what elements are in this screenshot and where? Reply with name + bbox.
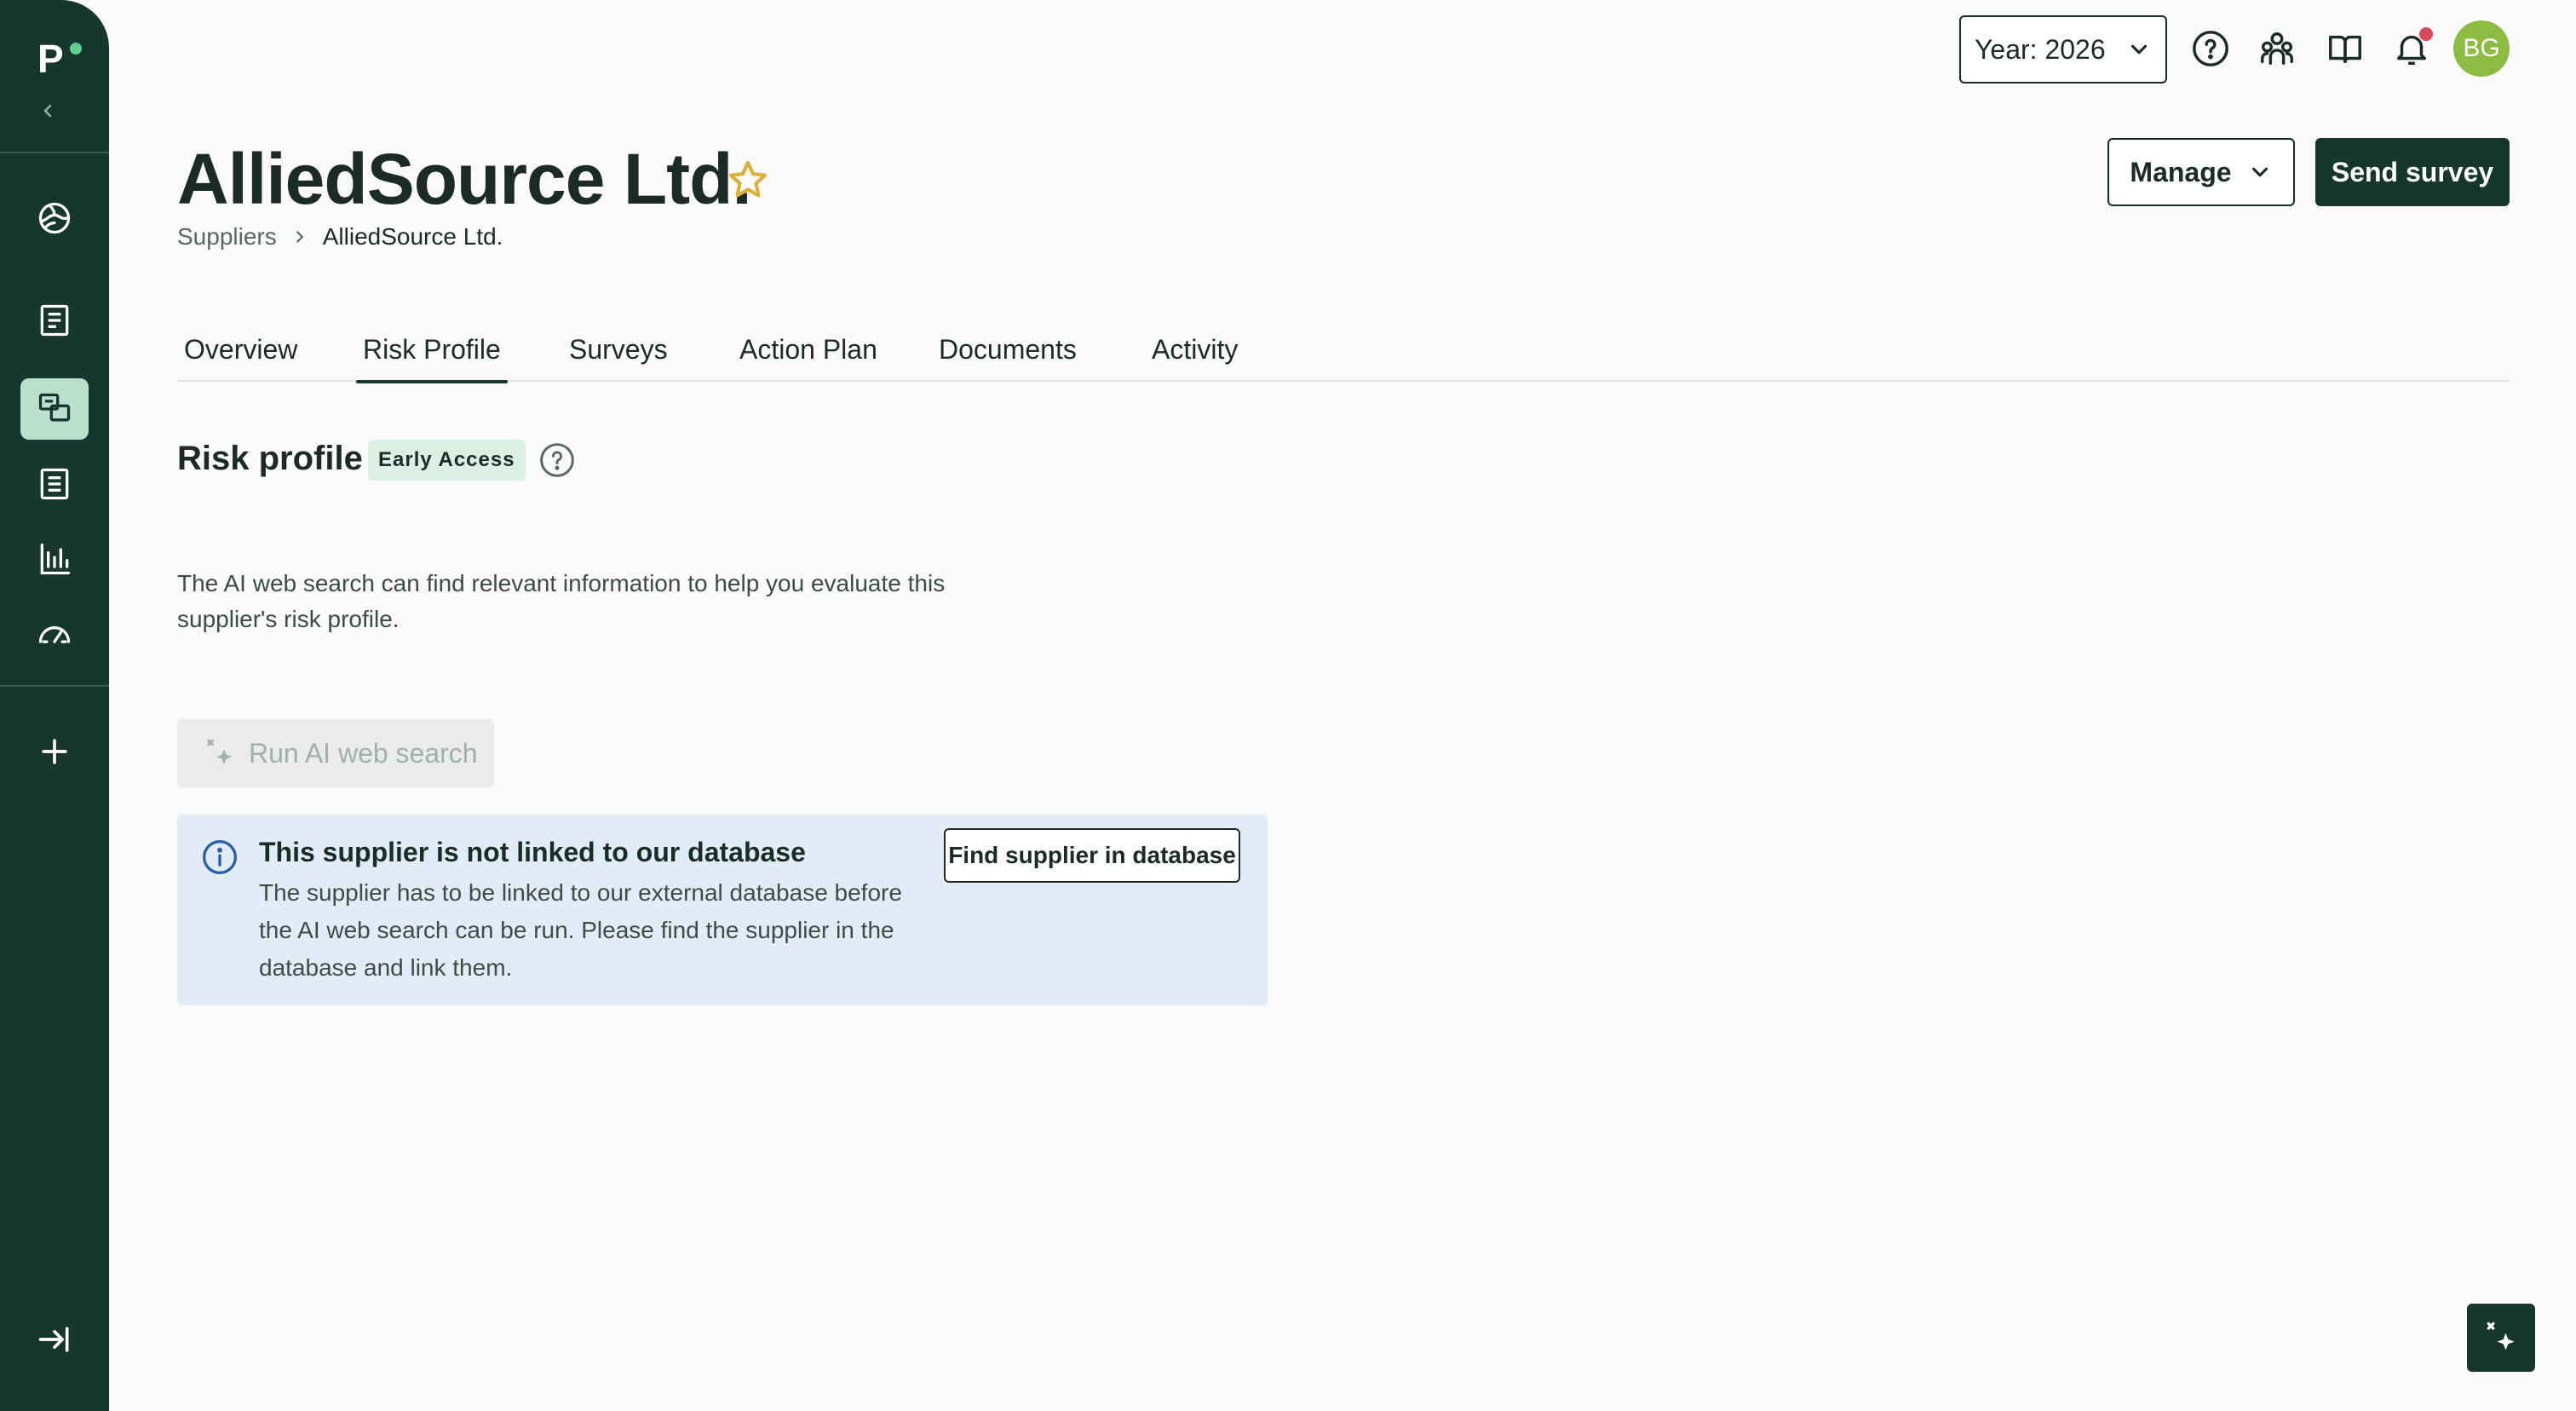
alert-title: This supplier is not linked to our datab… bbox=[259, 837, 806, 867]
collapse-sidebar-icon[interactable] bbox=[37, 101, 58, 121]
sidebar-item-analytics[interactable] bbox=[20, 528, 89, 590]
logo-dot bbox=[70, 43, 82, 55]
risk-profile-description: The AI web search can find relevant info… bbox=[177, 570, 946, 632]
find-supplier-in-database-button[interactable]: Find supplier in database bbox=[944, 828, 1240, 883]
bar-chart-icon bbox=[40, 543, 71, 575]
run-ai-web-search-label: Run AI web search bbox=[249, 737, 478, 769]
globe-icon bbox=[38, 202, 71, 234]
expand-sidebar-icon bbox=[38, 1327, 69, 1352]
ai-assistant-button[interactable] bbox=[2467, 1304, 2535, 1372]
book-icon[interactable] bbox=[2326, 29, 2365, 68]
chevron-down-icon bbox=[2130, 44, 2147, 55]
gauge-icon bbox=[38, 626, 71, 643]
chevron-right-icon bbox=[296, 231, 303, 243]
send-survey-button[interactable]: Send survey bbox=[2315, 138, 2510, 206]
tab-risk-profile[interactable]: Risk Profile bbox=[356, 324, 508, 383]
sidebar-add-button[interactable] bbox=[20, 721, 89, 782]
section-title: Risk profile bbox=[177, 440, 363, 477]
app-root: P Year: 2026 BG AlliedSource Ltd. Suppli… bbox=[0, 0, 2576, 1411]
app-logo[interactable]: P bbox=[37, 37, 64, 80]
tab-bar: Overview Risk Profile Surveys Action Pla… bbox=[177, 324, 2510, 383]
not-linked-alert: This supplier is not linked to our datab… bbox=[177, 815, 1268, 1005]
breadcrumb-suppliers-link[interactable]: Suppliers bbox=[177, 223, 277, 251]
help-icon[interactable] bbox=[538, 441, 576, 479]
sparkle-icon bbox=[2487, 1322, 2515, 1351]
year-select-label: Year: 2026 bbox=[1975, 33, 2106, 65]
manage-button[interactable]: Manage bbox=[2107, 138, 2295, 206]
notification-dot bbox=[2419, 27, 2433, 41]
sidebar-item-reports[interactable] bbox=[20, 290, 89, 351]
sidebar-item-documents[interactable] bbox=[20, 453, 89, 515]
user-avatar[interactable]: BG bbox=[2453, 20, 2510, 77]
breadcrumb-separator bbox=[290, 227, 309, 246]
breadcrumb-current: AlliedSource Ltd. bbox=[322, 223, 503, 250]
tab-surveys[interactable]: Surveys bbox=[562, 324, 675, 382]
expand-sidebar-button[interactable] bbox=[20, 1309, 89, 1370]
sidebar-item-performance[interactable] bbox=[20, 603, 89, 665]
sidebar-item-suppliers[interactable] bbox=[20, 378, 89, 440]
run-ai-web-search-button[interactable]: Run AI web search bbox=[177, 719, 494, 787]
early-access-badge: Early Access bbox=[368, 440, 526, 481]
info-icon bbox=[203, 840, 237, 874]
sparkle-icon bbox=[207, 739, 233, 765]
document-icon bbox=[40, 304, 69, 337]
page-title: AlliedSource Ltd. bbox=[177, 139, 752, 219]
sidebar-divider bbox=[0, 152, 109, 153]
alert-text: The supplier has to be linked to our ext… bbox=[259, 879, 902, 981]
list-document-icon bbox=[40, 468, 69, 500]
tab-documents[interactable]: Documents bbox=[932, 324, 1084, 382]
sidebar: P bbox=[0, 0, 109, 1411]
sidebar-divider bbox=[0, 685, 109, 687]
year-select[interactable]: Year: 2026 bbox=[1959, 15, 2167, 84]
suppliers-icon bbox=[38, 393, 71, 422]
tab-overview[interactable]: Overview bbox=[177, 324, 304, 382]
breadcrumb: Suppliers AlliedSource Ltd. bbox=[177, 223, 503, 251]
tab-action-plan[interactable]: Action Plan bbox=[733, 324, 884, 382]
chevron-down-icon bbox=[2251, 167, 2268, 177]
manage-button-label: Manage bbox=[2130, 156, 2232, 187]
star-favorite-icon[interactable] bbox=[724, 157, 772, 204]
sidebar-item-dashboard[interactable] bbox=[20, 187, 89, 249]
help-icon[interactable] bbox=[2191, 29, 2230, 68]
plus-icon bbox=[42, 739, 67, 764]
tab-activity[interactable]: Activity bbox=[1145, 324, 1245, 382]
community-icon[interactable] bbox=[2257, 29, 2297, 68]
